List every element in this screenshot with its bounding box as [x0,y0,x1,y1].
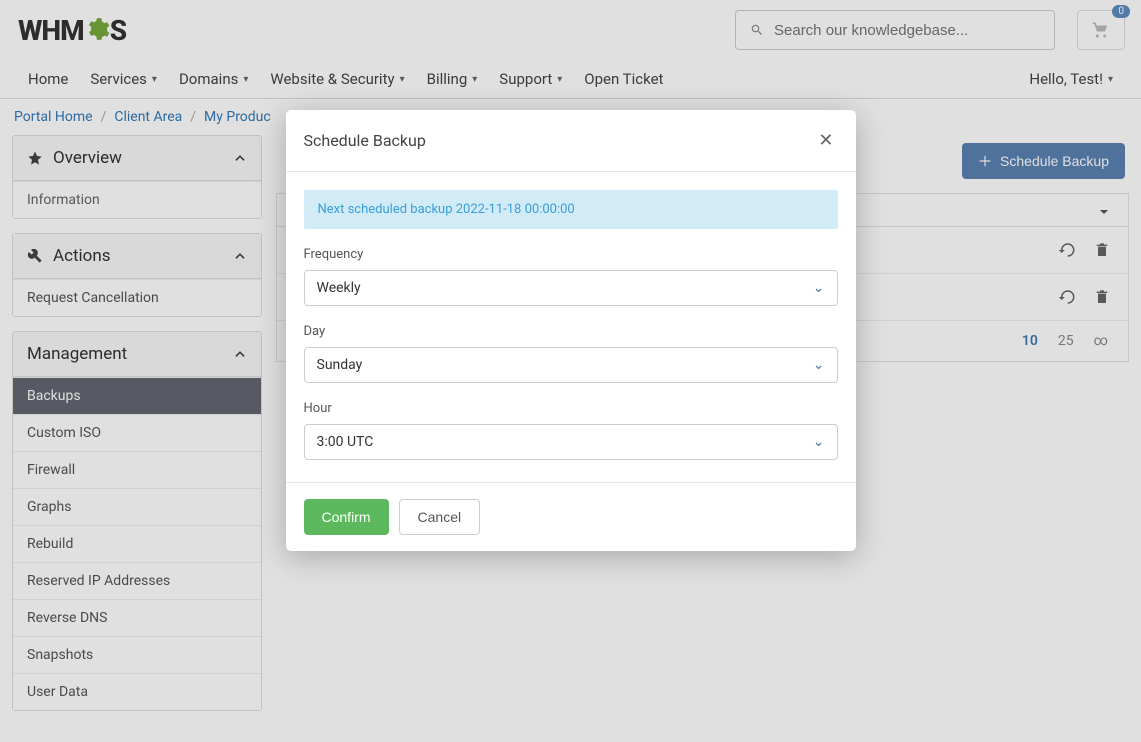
day-label: Day [304,324,838,339]
day-value: Sunday [317,357,363,373]
chevron-down-icon: ⌄ [813,357,825,373]
chevron-down-icon: ⌄ [813,280,825,296]
modal-title: Schedule Backup [304,131,426,150]
hour-select[interactable]: 3:00 UTC ⌄ [304,424,838,460]
confirm-button[interactable]: Confirm [304,499,389,535]
day-select[interactable]: Sunday ⌄ [304,347,838,383]
frequency-value: Weekly [317,280,361,296]
frequency-select[interactable]: Weekly ⌄ [304,270,838,306]
hour-label: Hour [304,401,838,416]
close-icon[interactable]: ✕ [814,126,837,155]
next-backup-banner: Next scheduled backup 2022-11-18 00:00:0… [304,190,838,229]
frequency-label: Frequency [304,247,838,262]
cancel-button[interactable]: Cancel [399,499,481,535]
schedule-backup-modal: Schedule Backup ✕ Next scheduled backup … [286,110,856,551]
modal-footer: Confirm Cancel [286,482,856,551]
chevron-down-icon: ⌄ [813,434,825,450]
modal-header: Schedule Backup ✕ [286,110,856,172]
modal-overlay[interactable]: Schedule Backup ✕ Next scheduled backup … [0,0,1141,742]
hour-value: 3:00 UTC [317,434,374,450]
